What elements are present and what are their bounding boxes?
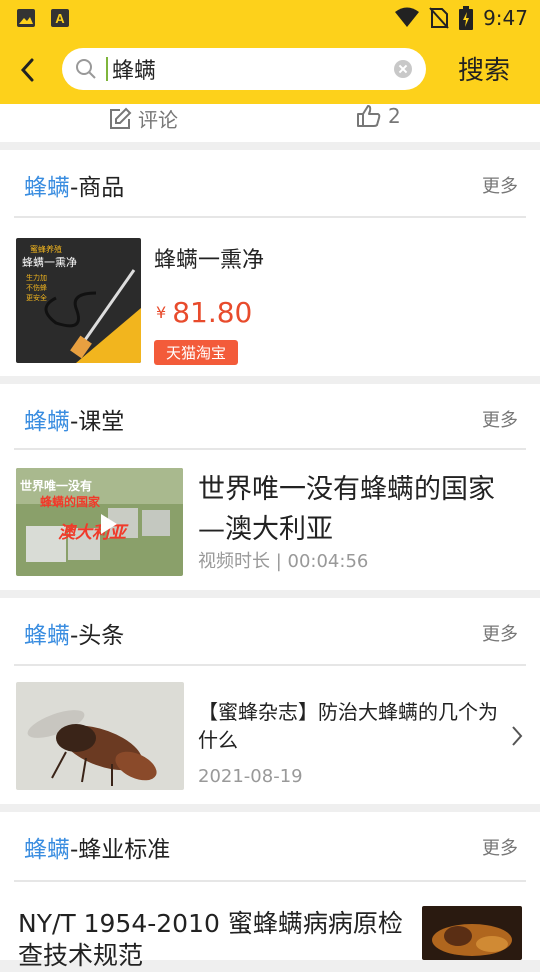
svg-text:A: A (55, 11, 65, 26)
product-thumbnail[interactable]: 蜜蜂养殖 蜂螨一熏净 生力加 不伤蜂 更安全 (16, 238, 141, 363)
thumb-brand-text: 蜜蜂养殖 (30, 244, 62, 254)
thumb-caption-line1: 世界唯一没有 (20, 478, 92, 493)
search-box[interactable] (62, 48, 426, 90)
search-button[interactable]: 搜索 (458, 50, 510, 87)
search-icon (76, 59, 96, 79)
section-title: 蜂螨-商品 (24, 168, 124, 202)
section-keyword: 蜂螨 (24, 837, 70, 863)
post-meta-row: 评论 2 (0, 104, 540, 142)
like-button[interactable]: 2 (356, 104, 401, 128)
course-title[interactable]: 世界唯一没有蜂螨的国家—澳大利亚 (198, 470, 498, 550)
more-link[interactable]: 更多 (482, 620, 518, 646)
comment-button[interactable]: 评论 (108, 104, 178, 133)
section-keyword: 蜂螨 (24, 623, 70, 649)
text-cursor (106, 57, 108, 81)
standard-section: 蜂螨-蜂业标准 更多 NY/T 1954-2010 蜜蜂螨病病原检查技术规范 (0, 812, 540, 970)
section-suffix: -蜂业标准 (70, 837, 171, 863)
standard-thumbnail[interactable] (422, 906, 522, 960)
thumb-feature-text: 生力加 (26, 273, 47, 282)
chevron-right-icon[interactable] (510, 724, 524, 748)
section-keyword: 蜂螨 (24, 175, 70, 201)
battery-icon (459, 6, 474, 30)
section-suffix: -商品 (70, 175, 125, 201)
product-price: ¥81.80 (156, 296, 252, 329)
thumb-feature-text: 不伤蜂 (26, 283, 47, 292)
shop-badge: 天猫淘宝 (154, 340, 239, 365)
more-link[interactable]: 更多 (482, 406, 518, 432)
comment-label: 评论 (138, 108, 178, 132)
video-thumbnail[interactable]: 世界唯一没有 蜂螨的国家 澳大利亚 (16, 468, 183, 576)
news-section: 蜂螨-头条 更多 【蜜蜂杂志】防治大蜂螨的几个为什么 2021-08-19 (0, 598, 540, 804)
product-title[interactable]: 蜂螨一熏净 (154, 242, 264, 274)
goods-section: 蜂螨-商品 更多 蜜蜂养殖 蜂螨一熏净 生力加 不伤蜂 更安全 蜂螨一熏净 ¥8… (0, 150, 540, 376)
no-sim-icon (429, 7, 449, 29)
thumb-caption-line3: 澳大利亚 (58, 523, 129, 543)
news-date: 2021-08-19 (198, 766, 303, 787)
news-thumbnail[interactable] (16, 682, 184, 790)
a-icon: A (51, 9, 69, 27)
back-arrow-icon[interactable] (16, 56, 40, 84)
divider (14, 216, 526, 218)
course-section: 蜂螨-课堂 更多 世界唯一没有 蜂螨的国家 澳大利亚 世界唯一没有蜂螨的国家—澳… (0, 384, 540, 590)
divider (14, 664, 526, 666)
search-input[interactable] (110, 55, 384, 83)
clear-icon[interactable] (394, 60, 412, 78)
status-time: 9:47 (483, 6, 528, 30)
more-link[interactable]: 更多 (482, 172, 518, 198)
section-title: 蜂螨-蜂业标准 (24, 830, 170, 864)
section-title: 蜂螨-课堂 (24, 402, 124, 436)
thumbs-up-icon (357, 105, 381, 127)
standard-title[interactable]: NY/T 1954-2010 蜜蜂螨病病原检查技术规范 (18, 908, 408, 972)
like-count: 2 (388, 104, 401, 128)
video-duration: 视频时长 | 00:04:56 (198, 551, 369, 572)
divider (14, 448, 526, 450)
section-keyword: 蜂螨 (24, 409, 70, 435)
search-header: 搜索 (0, 36, 540, 104)
divider (14, 880, 526, 882)
section-title: 蜂螨-头条 (24, 616, 124, 650)
thumb-caption-line2: 蜂螨的国家 (40, 494, 101, 509)
section-suffix: -头条 (70, 623, 125, 649)
thumb-feature-text: 更安全 (26, 293, 47, 302)
image-icon (17, 9, 35, 27)
news-title[interactable]: 【蜜蜂杂志】防治大蜂螨的几个为什么 (198, 698, 498, 754)
thumb-product-text: 蜂螨一熏净 (22, 255, 77, 269)
more-link[interactable]: 更多 (482, 834, 518, 860)
wifi-icon (395, 7, 420, 27)
price-value: 81.80 (172, 296, 253, 329)
edit-icon (110, 107, 132, 129)
currency-symbol: ¥ (156, 303, 167, 322)
section-suffix: -课堂 (70, 409, 125, 435)
status-bar: A 9:47 (0, 0, 540, 36)
